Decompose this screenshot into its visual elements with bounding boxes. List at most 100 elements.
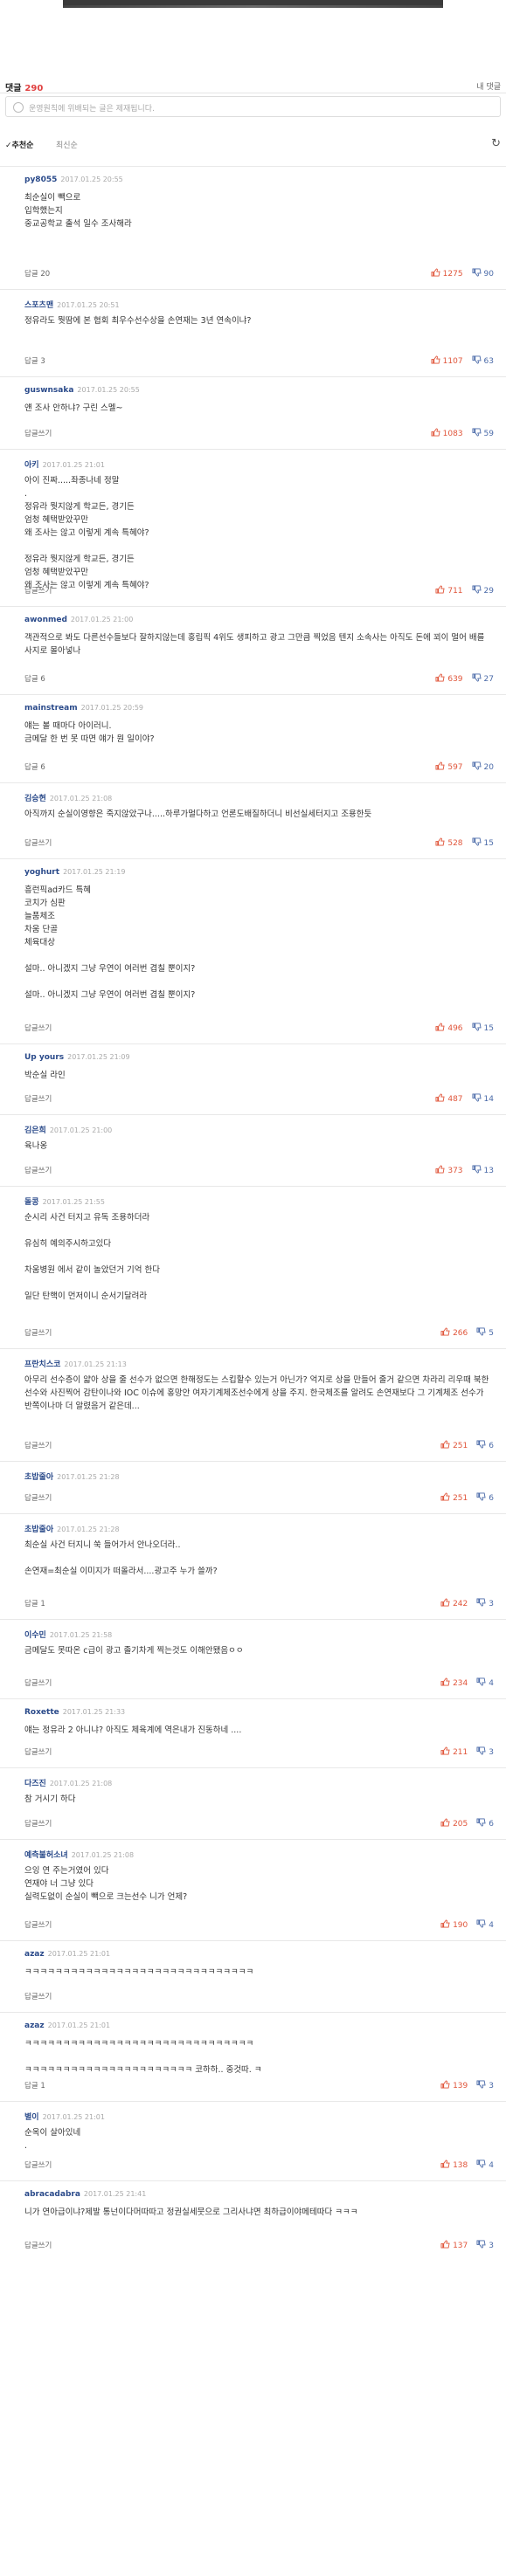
upvote-button[interactable]: 487 bbox=[435, 1093, 463, 1104]
upvote-button[interactable]: 242 bbox=[440, 1598, 468, 1608]
comment-body: ㅋㅋㅋㅋㅋㅋㅋㅋㅋㅋㅋㅋㅋㅋㅋㅋㅋㅋㅋㅋㅋㅋㅋㅋㅋㅋㅋㅋㅋㅋ ㅋㅋㅋㅋㅋㅋㅋㅋㅋ… bbox=[24, 2039, 262, 2075]
upvote-button[interactable]: 639 bbox=[435, 673, 463, 684]
downvote-button[interactable]: 3 bbox=[476, 2240, 494, 2250]
downvote-button[interactable]: 59 bbox=[472, 428, 494, 438]
reply-button[interactable]: 답글쓰기 bbox=[24, 1093, 52, 1104]
comment-author[interactable]: Roxette bbox=[24, 1708, 59, 1717]
downvote-button[interactable]: 27 bbox=[472, 673, 494, 684]
reply-button[interactable]: 답글 20 bbox=[24, 268, 50, 279]
comment-date: 2017.01.25 21:33 bbox=[62, 1708, 126, 1716]
reply-button[interactable]: 답글쓰기 bbox=[24, 1818, 52, 1829]
comment-author[interactable]: abracadabra bbox=[24, 2190, 80, 2199]
my-comments-link[interactable]: 내 댓글 bbox=[476, 80, 501, 92]
downvote-button[interactable]: 15 bbox=[472, 1023, 494, 1033]
upvote-button[interactable]: 1275 bbox=[431, 268, 463, 279]
comment-author[interactable]: 초밥줄아 bbox=[24, 1526, 53, 1534]
upvote-button[interactable]: 251 bbox=[440, 1440, 468, 1450]
upvote-button[interactable]: 1083 bbox=[431, 428, 463, 438]
reply-button[interactable]: 답글 1 bbox=[24, 2080, 45, 2090]
comment-item: yoghurt 2017.01.25 21:19 흥런픽ad카드 특혜 코치가 심판… bbox=[0, 858, 506, 1043]
thumbs-down-icon bbox=[472, 1093, 484, 1104]
reply-button[interactable]: 답글쓰기 bbox=[24, 2159, 52, 2170]
downvote-button[interactable]: 3 bbox=[476, 2080, 494, 2090]
downvote-button[interactable]: 14 bbox=[472, 1093, 494, 1104]
downvote-button[interactable]: 29 bbox=[472, 585, 494, 596]
comment-author[interactable]: 스포츠맨 bbox=[24, 301, 53, 310]
upvote-button[interactable]: 137 bbox=[440, 2240, 468, 2250]
upvote-button[interactable]: 528 bbox=[435, 837, 463, 848]
comment-author[interactable]: 돌콩 bbox=[24, 1198, 39, 1207]
reply-button[interactable]: 답글 6 bbox=[24, 673, 45, 684]
downvote-button[interactable]: 3 bbox=[476, 1746, 494, 1757]
comment-author[interactable]: 김승현 bbox=[24, 795, 46, 803]
downvote-button[interactable]: 90 bbox=[472, 268, 494, 279]
reply-button[interactable]: 답글 6 bbox=[24, 761, 45, 772]
reply-button[interactable]: 답글쓰기 bbox=[24, 1746, 52, 1757]
upvote-button[interactable]: 496 bbox=[435, 1023, 463, 1033]
reply-button[interactable]: 답글 1 bbox=[24, 1598, 45, 1608]
reply-button[interactable]: 답글쓰기 bbox=[24, 1677, 52, 1688]
comment-input[interactable]: 운영원칙에 위배되는 글은 제재됩니다. bbox=[5, 96, 501, 117]
upvote-button[interactable]: 234 bbox=[440, 1677, 468, 1688]
reply-button[interactable]: 답글쓰기 bbox=[24, 1165, 52, 1175]
downvote-button[interactable]: 15 bbox=[472, 837, 494, 848]
reply-button[interactable]: 답글쓰기 bbox=[24, 585, 52, 596]
reply-button[interactable]: 답글쓰기 bbox=[24, 2240, 52, 2250]
comment-author[interactable]: 이수민 bbox=[24, 1631, 46, 1640]
reply-button[interactable]: 답글쓰기 bbox=[24, 1327, 52, 1338]
comment-author[interactable]: 김은희 bbox=[24, 1126, 46, 1135]
refresh-icon[interactable]: ↻ bbox=[491, 137, 501, 150]
reply-button[interactable]: 답글쓰기 bbox=[24, 1440, 52, 1450]
upvote-button[interactable]: 1107 bbox=[431, 355, 463, 366]
comment-author[interactable]: py8055 bbox=[24, 176, 57, 184]
comment-date: 2017.01.25 21:01 bbox=[42, 461, 105, 469]
comment-author[interactable]: 아키 bbox=[24, 461, 39, 470]
comment-author[interactable]: 다즈진 bbox=[24, 1780, 46, 1788]
vote-area: 487 14 bbox=[435, 1093, 494, 1104]
upvote-button[interactable]: 190 bbox=[440, 1919, 468, 1930]
reply-button[interactable]: 답글쓰기 bbox=[24, 1023, 52, 1033]
downvote-button[interactable]: 4 bbox=[476, 1919, 494, 1930]
reply-button[interactable]: 답글 3 bbox=[24, 355, 45, 366]
upvote-count: 139 bbox=[453, 2082, 468, 2090]
downvote-button[interactable]: 4 bbox=[476, 2159, 494, 2170]
upvote-button[interactable]: 251 bbox=[440, 1492, 468, 1503]
reply-button[interactable]: 답글쓰기 bbox=[24, 1919, 52, 1930]
comment-author[interactable]: awonmed bbox=[24, 616, 67, 624]
comment-author[interactable]: azaz bbox=[24, 1950, 45, 1959]
upvote-button[interactable]: 711 bbox=[435, 585, 463, 596]
downvote-button[interactable]: 13 bbox=[472, 1165, 494, 1175]
comment-author[interactable]: 별이 bbox=[24, 2113, 39, 2122]
upvote-button[interactable]: 205 bbox=[440, 1818, 468, 1829]
downvote-button[interactable]: 6 bbox=[476, 1440, 494, 1450]
comment-author[interactable]: guswnsaka bbox=[24, 386, 73, 395]
comment-author[interactable]: yoghurt bbox=[24, 868, 59, 877]
comment-author[interactable]: 프란치스코 bbox=[24, 1360, 60, 1369]
upvote-button[interactable]: 211 bbox=[440, 1746, 468, 1757]
downvote-button[interactable]: 6 bbox=[476, 1818, 494, 1829]
downvote-button[interactable]: 20 bbox=[472, 761, 494, 772]
vote-area: 266 5 bbox=[440, 1327, 494, 1338]
comment-author[interactable]: azaz bbox=[24, 2022, 45, 2030]
reply-button[interactable]: 답글쓰기 bbox=[24, 1492, 52, 1503]
vote-area: 234 4 bbox=[440, 1677, 494, 1688]
comment-author[interactable]: 예측불허소녀 bbox=[24, 1851, 68, 1860]
comment-author[interactable]: mainstream bbox=[24, 704, 78, 713]
downvote-button[interactable]: 63 bbox=[472, 355, 494, 366]
sort-recommended[interactable]: ✓추천순 bbox=[5, 139, 33, 150]
sort-latest[interactable]: 최신순 bbox=[56, 139, 78, 150]
upvote-button[interactable]: 373 bbox=[435, 1165, 463, 1175]
downvote-button[interactable]: 3 bbox=[476, 1598, 494, 1608]
downvote-button[interactable]: 6 bbox=[476, 1492, 494, 1503]
reply-button[interactable]: 답글쓰기 bbox=[24, 428, 52, 438]
reply-button[interactable]: 답글쓰기 bbox=[24, 837, 52, 848]
reply-button[interactable]: 답글쓰기 bbox=[24, 1991, 52, 2001]
downvote-button[interactable]: 5 bbox=[476, 1327, 494, 1338]
upvote-button[interactable]: 139 bbox=[440, 2080, 468, 2090]
downvote-button[interactable]: 4 bbox=[476, 1677, 494, 1688]
comment-author[interactable]: 초밥줄아 bbox=[24, 1473, 53, 1482]
upvote-button[interactable]: 597 bbox=[435, 761, 463, 772]
upvote-button[interactable]: 138 bbox=[440, 2159, 468, 2170]
upvote-button[interactable]: 266 bbox=[440, 1327, 468, 1338]
comment-author[interactable]: Up yours bbox=[24, 1053, 64, 1062]
